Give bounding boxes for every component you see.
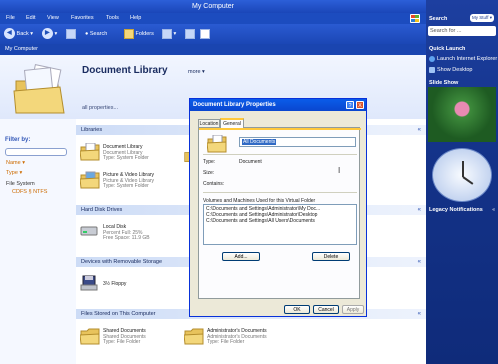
menu-favorites[interactable]: Favorites bbox=[71, 15, 94, 21]
divider bbox=[203, 192, 357, 193]
filter-type[interactable]: Type ▾ bbox=[6, 170, 22, 176]
type-label: Type: bbox=[203, 159, 216, 165]
help-button[interactable]: ? bbox=[346, 101, 354, 109]
my-stuff-button[interactable]: My Stuff ▾ bbox=[470, 14, 494, 22]
calendar-icon bbox=[200, 28, 210, 39]
name-field[interactable]: All Documents bbox=[239, 137, 356, 147]
toolbar-calendar-button[interactable] bbox=[200, 28, 210, 40]
filter-heading: Filter by: bbox=[5, 137, 31, 143]
toolbar-extra-button[interactable] bbox=[185, 28, 195, 40]
sidebar-search-title: Search bbox=[429, 16, 448, 22]
shared-documents-item[interactable]: Shared Documents Shared Documents Type: Fi… bbox=[103, 328, 146, 346]
apply-button[interactable]: Apply bbox=[342, 305, 364, 314]
internet-explorer-icon bbox=[429, 56, 435, 62]
properties-dialog: Document Library Properties ? X Location… bbox=[189, 98, 367, 317]
address-bar[interactable]: My Computer bbox=[0, 44, 426, 55]
divider bbox=[203, 154, 357, 155]
page-title: Document Library bbox=[82, 65, 168, 76]
administrator-documents-folder-icon bbox=[184, 328, 204, 345]
volumes-list[interactable]: C:\Documents and Settings\Administrator\… bbox=[203, 204, 357, 245]
forward-arrow-icon: ▶ bbox=[42, 28, 53, 40]
type-value: Document bbox=[239, 159, 262, 165]
hard-disk-icon bbox=[80, 226, 98, 236]
filter-input[interactable] bbox=[5, 148, 67, 156]
collapse-chevron-icon[interactable]: « bbox=[418, 125, 421, 135]
folders-icon bbox=[124, 28, 134, 39]
toolbar: ◀ Back ▾ ▶ ▾ ● Search Folders ▾ bbox=[0, 24, 426, 44]
quick-launch-title: Quick Launch bbox=[429, 46, 466, 52]
menu-tools[interactable]: Tools bbox=[106, 15, 119, 21]
folders-button[interactable]: Folders bbox=[124, 28, 154, 40]
more-link[interactable]: more ▾ bbox=[188, 69, 205, 75]
slide-show-title: Slide Show bbox=[429, 80, 459, 86]
floppy-drive-icon bbox=[80, 275, 98, 291]
show-desktop-link[interactable]: Show Desktop bbox=[437, 67, 472, 73]
slide-show-image[interactable] bbox=[428, 87, 496, 142]
search-button[interactable]: ● Search bbox=[85, 28, 107, 40]
legacy-collapse-icon[interactable]: « bbox=[492, 207, 495, 213]
launch-ie-link[interactable]: Launch Internet Explorer bbox=[437, 56, 497, 62]
all-properties-link[interactable]: all properties... bbox=[82, 105, 118, 111]
document-library-folder-icon bbox=[80, 143, 100, 161]
ok-button[interactable]: OK bbox=[284, 305, 310, 314]
add-button[interactable]: Add... bbox=[222, 252, 260, 261]
menu-edit[interactable]: Edit bbox=[26, 15, 35, 21]
menu-help[interactable]: Help bbox=[130, 15, 141, 21]
menu-bar: File Edit View Favorites Tools Help bbox=[0, 13, 426, 24]
local-disk-item[interactable]: Local Disk Percent Full: 25% Free Space: 1… bbox=[103, 224, 150, 242]
document-folder-icon bbox=[13, 64, 65, 114]
file-system-label: File System bbox=[6, 181, 35, 187]
back-button[interactable]: ◀ Back ▾ bbox=[4, 28, 33, 40]
text-cursor-icon: I bbox=[338, 166, 341, 175]
clock-minute-hand bbox=[462, 161, 464, 177]
floppy-item[interactable]: 3½ Floppy bbox=[103, 281, 126, 288]
size-label: Size: bbox=[203, 170, 215, 176]
search-icon: ● bbox=[85, 31, 89, 37]
shared-documents-folder-icon bbox=[80, 328, 100, 345]
up-folder-button[interactable] bbox=[66, 28, 76, 40]
tab-general[interactable]: General bbox=[220, 118, 244, 128]
windows-sidebar: Search My Stuff ▾ Search for ... Quick L… bbox=[426, 0, 498, 364]
file-system-values[interactable]: CDFS § NTFS bbox=[12, 189, 47, 195]
picture-video-library-item[interactable]: Picture & Video Library Picture & Video L… bbox=[103, 172, 154, 190]
legacy-notifications-title: Legacy Notifications bbox=[429, 207, 483, 213]
clock-hour-hand bbox=[462, 176, 474, 185]
menu-file[interactable]: File bbox=[6, 15, 15, 21]
views-button[interactable]: ▾ bbox=[162, 28, 176, 40]
up-folder-icon bbox=[66, 28, 76, 39]
collapse-chevron-icon[interactable]: « bbox=[418, 205, 421, 215]
toolbar-extra-icon bbox=[185, 28, 195, 39]
administrator-documents-item[interactable]: Administrator's Documents Administrator's… bbox=[207, 328, 267, 346]
menu-view[interactable]: View bbox=[47, 15, 59, 21]
collapse-chevron-icon[interactable]: « bbox=[418, 257, 421, 267]
forward-button[interactable]: ▶ ▾ bbox=[42, 28, 57, 40]
filter-pane: Filter by: Name ▾ Type ▾ File System CDF… bbox=[0, 119, 76, 364]
delete-button[interactable]: Delete bbox=[312, 252, 350, 261]
sidebar-search-input[interactable]: Search for ... bbox=[428, 26, 496, 36]
general-tab-panel: All Documents Type: Document Size: Conta… bbox=[198, 127, 361, 299]
views-icon bbox=[162, 28, 172, 39]
clock-gadget bbox=[432, 148, 492, 202]
window-title: My Computer bbox=[0, 0, 426, 13]
cancel-button[interactable]: Cancel bbox=[313, 305, 339, 314]
collapse-chevron-icon[interactable]: « bbox=[418, 309, 421, 319]
picture-library-folder-icon bbox=[80, 171, 100, 189]
show-desktop-icon bbox=[429, 67, 435, 73]
library-folder-icon bbox=[207, 135, 227, 153]
contains-label: Contains: bbox=[203, 181, 225, 187]
dialog-title: Document Library Properties bbox=[190, 99, 366, 111]
back-arrow-icon: ◀ bbox=[4, 28, 15, 40]
list-item[interactable]: C:\Documents and Settings\All Users\Docu… bbox=[206, 218, 354, 224]
document-library-item[interactable]: Document Library Document Library Type: Sy… bbox=[103, 144, 149, 162]
close-button[interactable]: X bbox=[356, 101, 364, 109]
windows-logo-icon bbox=[410, 14, 420, 23]
filter-name[interactable]: Name ▾ bbox=[6, 160, 25, 166]
address-text: My Computer bbox=[5, 46, 39, 52]
